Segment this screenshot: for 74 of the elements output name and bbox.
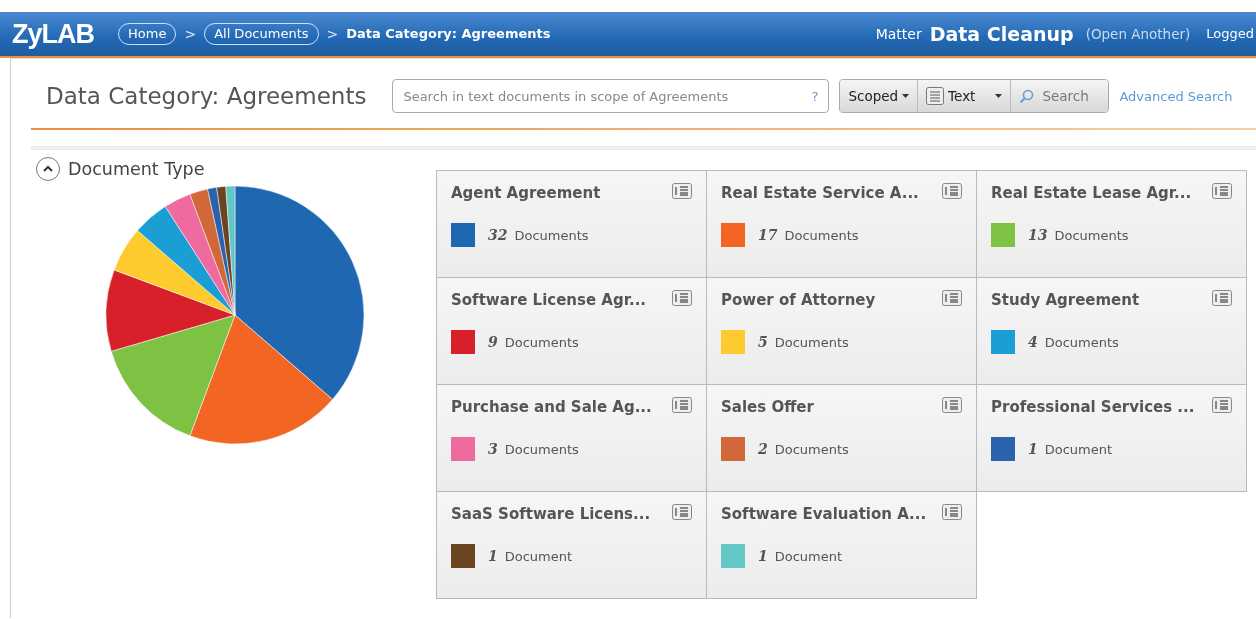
document-count: 3 (488, 439, 498, 459)
tile-title: Software Evaluation A... (721, 503, 927, 525)
tile-title: Real Estate Service A... (721, 182, 919, 204)
search-button[interactable]: Search (1010, 80, 1109, 113)
list-icon[interactable] (672, 503, 692, 520)
tile-title: Purchase and Sale Ag... (451, 396, 652, 418)
tile-title: Study Agreement (991, 289, 1140, 311)
collapse-button[interactable] (36, 156, 60, 181)
tile-title: Sales Offer (721, 396, 814, 418)
count-label: Document (774, 547, 843, 566)
count-label: Documents (784, 226, 859, 245)
count-label: Documents (774, 333, 849, 352)
count-label: Documents (1044, 333, 1119, 352)
count-label: Documents (514, 226, 589, 245)
tile-title: SaaS Software Licens... (451, 503, 651, 525)
count-label: Documents (1054, 226, 1129, 245)
list-icon[interactable] (1212, 182, 1232, 199)
matter-label: Matter (875, 24, 922, 44)
document-count: 4 (1028, 332, 1038, 352)
document-icon (926, 87, 945, 106)
count-label: Document (1044, 440, 1113, 459)
user-label: Logged (1206, 25, 1254, 44)
section-title: Document Type (68, 157, 205, 181)
category-tile[interactable]: Software License Agr... 9 Documents (437, 277, 707, 385)
category-tile[interactable]: Power of Attorney 5 Documents (707, 277, 977, 385)
category-tile[interactable]: Real Estate Service A... 17 Documents (707, 170, 977, 278)
breadcrumb-separator: > (184, 24, 197, 44)
category-tile[interactable]: Professional Services ... 1 Document (977, 384, 1247, 492)
chevron-up-icon (43, 165, 53, 173)
category-tile[interactable]: Purchase and Sale Ag... 3 Documents (437, 384, 707, 492)
tile-title: Real Estate Lease Agr... (991, 182, 1192, 204)
tile-title: Software License Agr... (451, 289, 647, 311)
category-tile[interactable]: Study Agreement 4 Documents (977, 277, 1247, 385)
search-icon (1019, 88, 1035, 104)
tile-title: Agent Agreement (451, 182, 601, 204)
list-icon[interactable] (942, 182, 962, 199)
document-count: 1 (1028, 439, 1038, 459)
category-tile[interactable]: Real Estate Lease Agr... 13 Documents (977, 170, 1247, 278)
breadcrumb-current: Data Category: Agreements (346, 25, 551, 44)
document-count: 2 (758, 439, 768, 459)
list-icon[interactable] (942, 503, 962, 520)
list-icon[interactable] (942, 396, 962, 413)
category-tile[interactable]: Sales Offer 2 Documents (707, 384, 977, 492)
document-count: 1 (488, 546, 498, 566)
scope-dropdown[interactable]: Scoped (840, 80, 918, 113)
count-label: Document (504, 547, 573, 566)
list-icon[interactable] (1212, 396, 1232, 413)
list-icon[interactable] (942, 289, 962, 306)
page-title: Data Category: Agreements (46, 82, 367, 111)
count-label: Documents (774, 440, 849, 459)
count-label: Documents (504, 440, 579, 459)
tile-title: Power of Attorney (721, 289, 876, 311)
logo: ZyLAB (12, 17, 94, 51)
document-count: 17 (758, 225, 778, 245)
caret-icon (902, 94, 910, 99)
tile-title: Professional Services ... (991, 396, 1195, 418)
category-tile[interactable]: Software Evaluation A... 1 Document (707, 491, 977, 599)
caret-icon (995, 94, 1003, 99)
category-tile[interactable]: SaaS Software Licens... 1 Document (437, 491, 707, 599)
list-icon[interactable] (672, 289, 692, 306)
document-count: 1 (758, 546, 768, 566)
breadcrumb-separator: > (326, 24, 339, 44)
document-count: 13 (1028, 225, 1048, 245)
count-label: Documents (504, 333, 579, 352)
category-tile[interactable]: Agent Agreement 32 Documents (437, 170, 707, 278)
list-icon[interactable] (672, 182, 692, 199)
document-count: 9 (488, 332, 498, 352)
matter-name: Data Cleanup (929, 21, 1074, 47)
open-another-link[interactable]: (Open Another) (1085, 23, 1191, 45)
document-count: 5 (758, 332, 768, 352)
document-count: 32 (488, 225, 508, 245)
list-icon[interactable] (672, 396, 692, 413)
list-icon[interactable] (1212, 289, 1232, 306)
type-dropdown[interactable]: Text (917, 80, 1011, 113)
